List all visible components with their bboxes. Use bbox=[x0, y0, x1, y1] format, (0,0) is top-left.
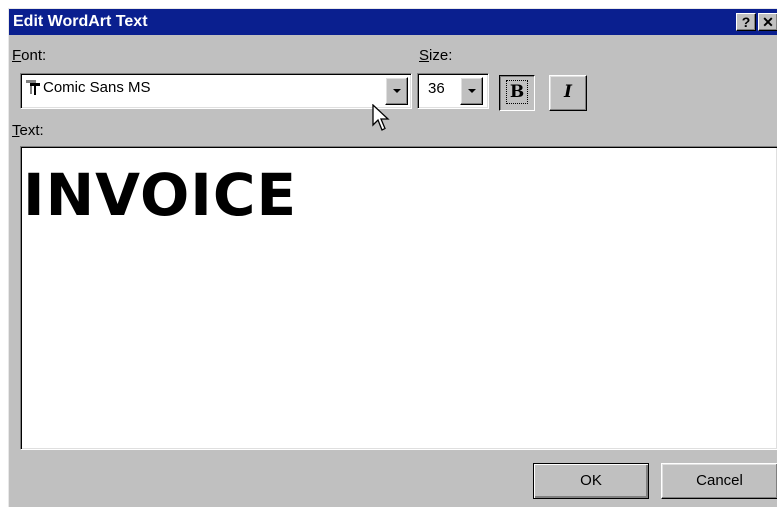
chevron-down-icon bbox=[392, 89, 401, 93]
size-label: Size: bbox=[419, 47, 453, 64]
cancel-button[interactable]: Cancel bbox=[661, 463, 777, 499]
wordart-text[interactable]: INVOICE bbox=[23, 161, 297, 229]
truetype-icon bbox=[26, 80, 40, 95]
size-value: 36 bbox=[428, 80, 445, 97]
font-dropdown-button[interactable] bbox=[385, 77, 408, 105]
italic-button[interactable]: I bbox=[549, 75, 587, 111]
text-area[interactable]: INVOICE bbox=[20, 146, 777, 450]
chevron-down-icon bbox=[467, 89, 476, 93]
edit-wordart-dialog: Edit WordArt Text ? ✕ Font: Comic Sans M… bbox=[8, 8, 777, 507]
dialog-title: Edit WordArt Text bbox=[13, 13, 148, 30]
mouse-pointer-icon bbox=[372, 104, 390, 131]
title-bar[interactable]: Edit WordArt Text ? ✕ bbox=[9, 9, 777, 35]
bold-label: B bbox=[505, 80, 529, 104]
bold-button[interactable]: B bbox=[499, 75, 535, 111]
close-button[interactable]: ✕ bbox=[758, 13, 777, 31]
text-label: Text: bbox=[12, 122, 44, 139]
size-combobox[interactable]: 36 bbox=[417, 73, 489, 109]
font-value: Comic Sans MS bbox=[43, 79, 151, 96]
ok-button[interactable]: OK bbox=[533, 463, 649, 499]
size-dropdown-button[interactable] bbox=[460, 77, 483, 105]
help-button[interactable]: ? bbox=[736, 13, 756, 31]
font-combobox[interactable]: Comic Sans MS bbox=[20, 73, 412, 109]
font-label: Font: bbox=[12, 47, 47, 64]
